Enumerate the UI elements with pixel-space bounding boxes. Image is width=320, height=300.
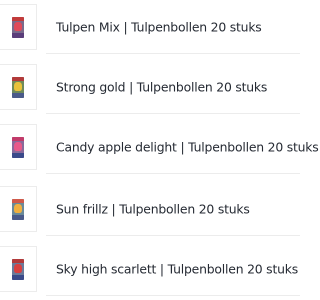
product-thumbnail[interactable] bbox=[0, 64, 37, 110]
tulip-bulb-package-icon bbox=[12, 199, 24, 220]
product-row-candy-apple-delight[interactable]: Candy apple delight | Tulpenbollen 20 st… bbox=[0, 124, 319, 170]
divider bbox=[46, 235, 300, 236]
product-title[interactable]: Strong gold | Tulpenbollen 20 stuks bbox=[56, 80, 267, 95]
product-title[interactable]: Sky high scarlett | Tulpenbollen 20 stuk… bbox=[56, 262, 298, 277]
product-thumbnail[interactable] bbox=[0, 124, 37, 170]
product-thumbnail[interactable] bbox=[0, 4, 37, 50]
product-thumbnail[interactable] bbox=[0, 186, 37, 232]
tulip-bulb-package-icon bbox=[12, 137, 24, 158]
product-title[interactable]: Tulpen Mix | Tulpenbollen 20 stuks bbox=[56, 20, 262, 35]
product-row-sky-high-scarlett[interactable]: Sky high scarlett | Tulpenbollen 20 stuk… bbox=[0, 246, 300, 292]
tulip-bulb-package-icon bbox=[12, 259, 24, 280]
product-list: Tulpen Mix | Tulpenbollen 20 stuks Stron… bbox=[0, 0, 319, 300]
product-title[interactable]: Candy apple delight | Tulpenbollen 20 st… bbox=[56, 140, 319, 155]
tulip-bulb-package-icon bbox=[12, 77, 24, 98]
divider bbox=[46, 113, 300, 114]
product-row-tulpen-mix[interactable]: Tulpen Mix | Tulpenbollen 20 stuks bbox=[0, 4, 300, 50]
divider bbox=[46, 295, 300, 296]
divider bbox=[46, 173, 300, 174]
divider bbox=[46, 53, 300, 54]
product-title[interactable]: Sun frillz | Tulpenbollen 20 stuks bbox=[56, 202, 250, 217]
product-row-sun-frillz[interactable]: Sun frillz | Tulpenbollen 20 stuks bbox=[0, 186, 300, 232]
product-thumbnail[interactable] bbox=[0, 246, 37, 292]
tulip-bulb-package-icon bbox=[12, 17, 24, 38]
product-row-strong-gold[interactable]: Strong gold | Tulpenbollen 20 stuks bbox=[0, 64, 300, 110]
